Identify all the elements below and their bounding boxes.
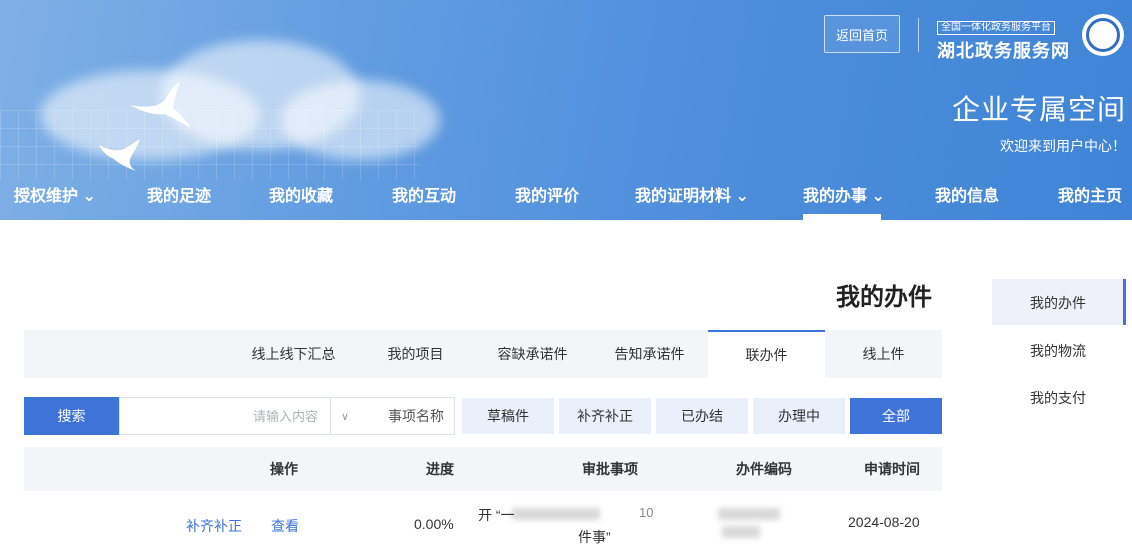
nav-item-proof-materials[interactable]: 我的证明材料 ⌄ [635,182,749,206]
page-title: 我的办件 [836,284,932,311]
cell-case-code: 10 [639,505,654,520]
col-apply-time: 申请时间 [864,461,920,477]
welcome-text: 欢迎来到用户中心！ [1000,138,1126,154]
table-header: 申请时间 办件编码 审批事项 进度 操作 [24,447,942,491]
nav-item-favorites[interactable]: 我的收藏 [269,182,333,206]
col-approval-item: 审批事项 [582,461,638,477]
redacted-code [718,508,780,520]
tab-my-projects[interactable]: 我的项目 [357,330,474,378]
cell-apply-time: 2024-08-20 [848,514,920,530]
tab-joint[interactable]: 联办件 [708,330,825,378]
select-value: 事项名称 [388,408,444,424]
chevron-down-icon: ∨ [341,410,350,423]
main-nav: 我的主页 我的信息 我的办事 ⌄ 我的证明材料 ⌄ 我的评价 我的互动 我的收藏… [0,170,1132,220]
nav-active-indicator [803,214,881,220]
logo-title: 湖北政务服务网 [937,41,1070,61]
tab-tolerance-promise[interactable]: 容缺承诺件 [474,330,591,378]
nav-item-footprint[interactable]: 我的足迹 [147,182,211,206]
space-title: 企业专属空间 [951,94,1126,125]
filter-supplement[interactable]: 补齐补正 [559,398,651,434]
search-field-select[interactable]: ∨ 事项名称 [331,397,455,435]
crane-icon [130,82,191,128]
divider [918,18,919,52]
sidebar-item-logistics[interactable]: 我的物流 [1030,341,1086,361]
nav-item-authorization[interactable]: 授权维护 ⌄ [14,182,96,206]
logo-subtitle: 全国一体化政务服务平台 [937,21,1055,35]
cell-approval-item-line1: 开 “一 [478,507,515,523]
tab-online-offline-summary[interactable]: 线上线下汇总 [230,330,357,378]
nav-item-home[interactable]: 我的主页 [1058,182,1122,206]
logo[interactable]: 全国一体化政务服务平台 湖北政务服务网 [937,17,1070,63]
supplement-link[interactable]: 补齐补正 [186,516,242,536]
filter-all[interactable]: 全部 [850,398,942,434]
view-link[interactable]: 查看 [271,516,299,536]
header-banner: 返回首页 全国一体化政务服务平台 湖北政务服务网 企业专属空间 欢迎来到用户中心… [0,0,1132,220]
home-button[interactable]: 返回首页 [824,15,900,53]
filter-completed[interactable]: 已办结 [656,398,748,434]
cell-progress: 0.00% [414,516,454,532]
filter-draft[interactable]: 草稿件 [462,398,554,434]
nav-item-evaluation[interactable]: 我的评价 [515,182,579,206]
emblem-icon [1082,14,1124,56]
redacted-code [722,526,760,538]
redacted-item [512,508,600,520]
nav-item-interaction[interactable]: 我的互动 [392,182,456,206]
filter-processing[interactable]: 办理中 [753,398,845,434]
nav-item-info[interactable]: 我的信息 [935,182,999,206]
nav-item-affairs[interactable]: 我的办事 ⌄ [803,182,885,206]
crane-icon [99,139,140,171]
tab-online[interactable]: 线上件 [825,330,942,378]
search-button[interactable]: 搜索 [24,397,119,435]
col-actions: 操作 [270,461,298,477]
cell-approval-item-line2: 件事” [578,529,611,545]
sidebar-item-my-cases[interactable]: 我的办件 [1030,293,1086,313]
search-input[interactable] [119,397,331,435]
col-progress: 进度 [426,461,454,477]
col-case-code: 办件编码 [736,461,792,477]
sidebar-item-payment[interactable]: 我的支付 [1030,388,1086,408]
case-tabs: 线上件 联办件 告知承诺件 容缺承诺件 我的项目 线上线下汇总 [24,330,942,378]
tab-notify-promise[interactable]: 告知承诺件 [591,330,708,378]
